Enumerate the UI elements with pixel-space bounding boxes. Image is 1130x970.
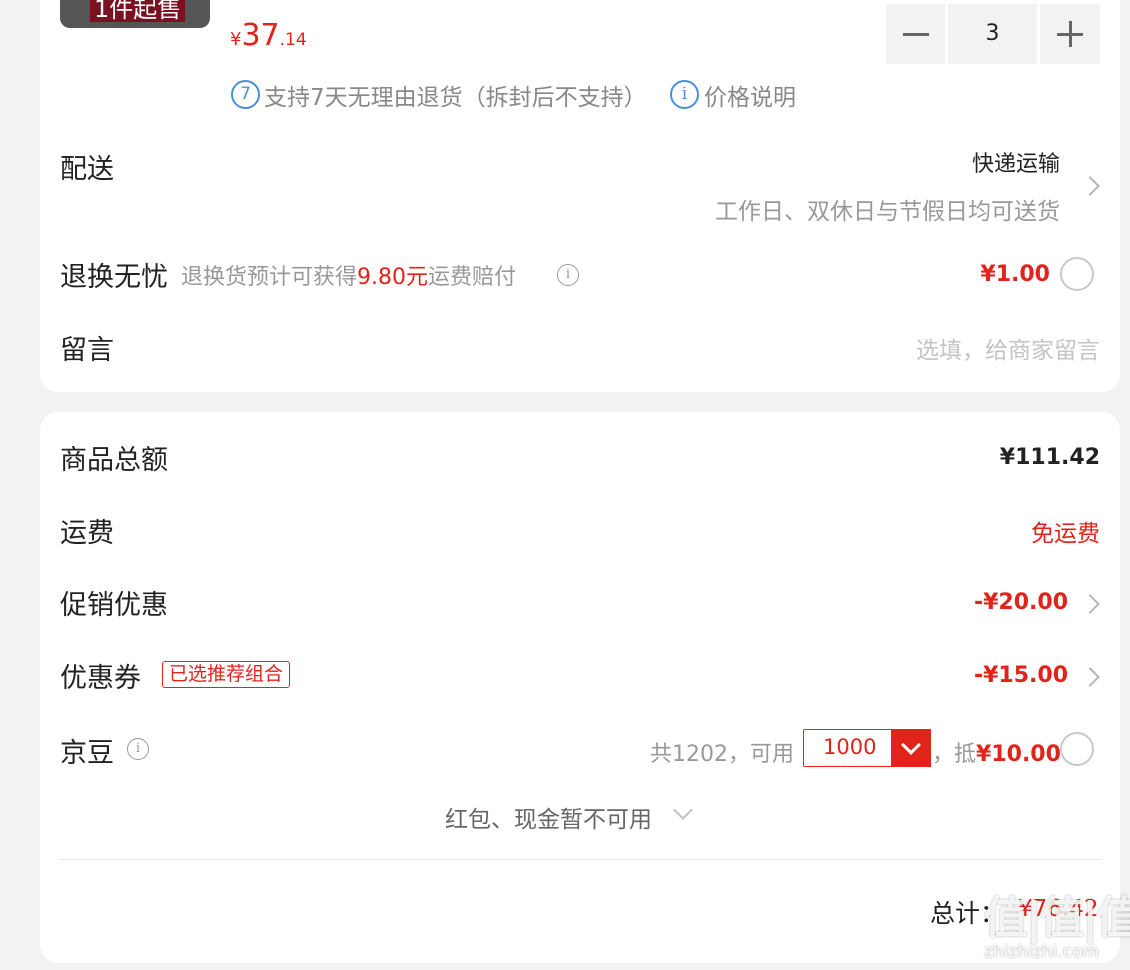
- message-input[interactable]: 选填，给商家留言: [916, 331, 1100, 365]
- price-info-label: 价格说明: [704, 85, 796, 111]
- jd-beans-radio[interactable]: [1060, 732, 1094, 766]
- quantity-stepper: 3: [886, 0, 1100, 68]
- jd-beans-offset-prefix: 抵: [954, 742, 977, 767]
- min-purchase-badge: 1件起售: [90, 0, 186, 22]
- jd-beans-total: 共1202，可用: [650, 742, 794, 767]
- subtotal-value: ¥111.42: [999, 445, 1100, 470]
- subtotal-label: 商品总额: [60, 445, 168, 476]
- price-integer: 37: [241, 18, 280, 53]
- message-label: 留言: [60, 335, 114, 366]
- delivery-label: 配送: [60, 154, 114, 185]
- jd-beans-row: 京豆 i 共1202，可用 1000 ，抵¥10.00: [40, 722, 1120, 777]
- jd-beans-label: 京豆: [60, 738, 114, 769]
- coupon-value: -¥15.00: [973, 663, 1068, 688]
- price-summary-card: 商品总额 ¥111.42 运费 免运费 促销优惠 -¥20.00 优惠券 已选推…: [40, 412, 1120, 963]
- message-placeholder: 选填，给商家留言: [916, 338, 1100, 364]
- info-icon-text: i: [681, 84, 688, 104]
- seven-day-return-icon: 7: [231, 80, 260, 109]
- order-item-card: 1件起售 ¥37.14 3 7 支持7天无理由退货（拆封后不支持） i 价格说明…: [40, 0, 1120, 392]
- return-insurance-desc-prefix: 退换货预计可获得: [181, 265, 358, 290]
- seven-day-return-icon-text: 7: [240, 84, 251, 104]
- jd-beans-comma: ，: [932, 742, 955, 767]
- coupon-row[interactable]: 优惠券 已选推荐组合 -¥15.00: [40, 645, 1120, 703]
- product-price: ¥37.14: [230, 18, 307, 53]
- chevron-down-icon: [890, 728, 931, 767]
- delivery-row[interactable]: 配送 快递运输 工作日、双休日与节假日均可送货: [40, 138, 1120, 228]
- return-insurance-row: 退换无忧 退换货预计可获得9.80元运费赔付 i ¥1.00: [40, 252, 1120, 302]
- info-icon[interactable]: i: [557, 264, 579, 286]
- return-insurance-price: ¥1.00: [980, 262, 1050, 287]
- chevron-right-icon: [1080, 176, 1100, 196]
- jd-beans-offset-value: ¥10.00: [976, 742, 1061, 767]
- delivery-method: 快递运输: [971, 152, 1060, 177]
- shipping-label: 运费: [60, 518, 114, 549]
- quantity-input[interactable]: 3: [948, 4, 1037, 64]
- delivery-note: 工作日、双休日与节假日均可送货: [715, 199, 1060, 225]
- return-insurance-desc: 退换货预计可获得9.80元运费赔付: [181, 259, 516, 291]
- decrease-button[interactable]: [886, 4, 945, 64]
- return-insurance-radio[interactable]: [1060, 257, 1094, 291]
- divider: [60, 859, 1100, 860]
- return-insurance-label: 退换无忧: [60, 262, 168, 293]
- jd-beans-selected: 1000: [823, 735, 877, 759]
- unavailable-expand[interactable]: 红包、现金暂不可用: [445, 800, 693, 834]
- chevron-down-icon: [673, 800, 693, 820]
- coupon-label: 优惠券: [60, 663, 141, 694]
- return-policy-text: 支持7天无理由退货（拆封后不支持）: [264, 85, 647, 111]
- plus-icon-vertical: [1068, 21, 1072, 47]
- info-icon[interactable]: i: [127, 738, 149, 760]
- quantity-value: 3: [985, 21, 1000, 46]
- price-decimal: .14: [279, 30, 307, 50]
- chevron-right-icon: [1080, 667, 1100, 687]
- minus-icon: [903, 33, 929, 36]
- jd-beans-select[interactable]: 1000: [803, 728, 931, 767]
- shipping-value: 免运费: [1031, 521, 1100, 547]
- product-thumbnail[interactable]: 1件起售: [60, 0, 210, 28]
- promo-label: 促销优惠: [60, 590, 168, 621]
- watermark-logo: 值|值|值: [984, 893, 1130, 944]
- unavailable-note: 红包、现金暂不可用: [445, 807, 652, 833]
- return-insurance-desc-suffix: 运费赔付: [428, 265, 517, 290]
- info-icon: i: [670, 80, 699, 109]
- price-symbol: ¥: [230, 29, 242, 50]
- chevron-down-glyph: [900, 734, 921, 755]
- promo-row[interactable]: 促销优惠 -¥20.00: [40, 572, 1120, 630]
- promo-value: -¥20.00: [973, 590, 1068, 615]
- chevron-right-icon: [1080, 594, 1100, 614]
- jd-beans-offset: ，抵¥10.00: [932, 736, 1061, 768]
- return-insurance-desc-amount: 9.80元: [357, 265, 429, 290]
- message-row: 留言 选填，给商家留言: [40, 325, 1120, 375]
- increase-button[interactable]: [1040, 4, 1100, 64]
- watermark-domain: zhizhizhi.com: [984, 942, 1099, 962]
- coupon-badge: 已选推荐组合: [162, 661, 291, 688]
